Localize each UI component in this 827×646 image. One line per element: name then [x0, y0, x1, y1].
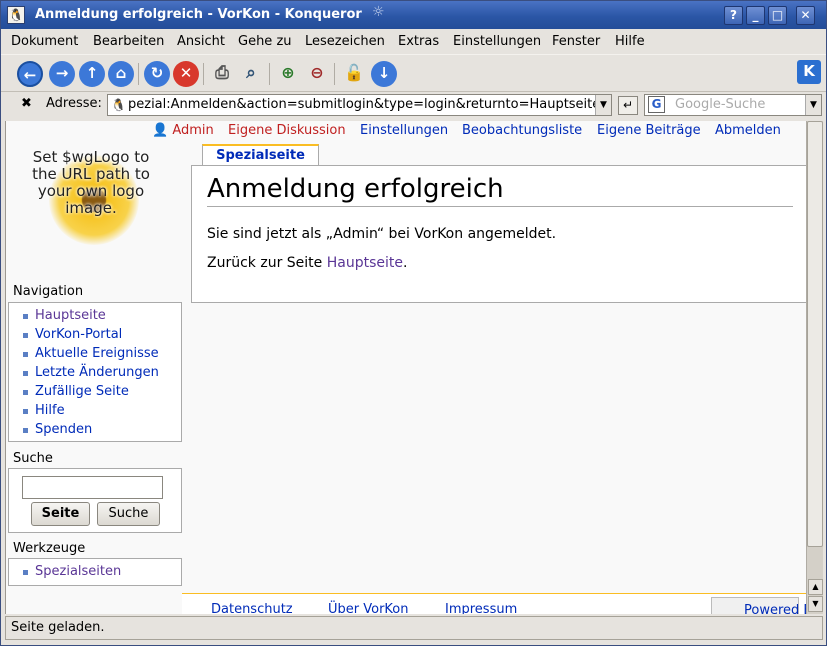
minimize-button[interactable]: _: [746, 6, 765, 25]
navigation-heading: Navigation: [13, 284, 84, 299]
nav-zufaellige-seite[interactable]: Zufällige Seite: [23, 384, 129, 399]
toolbar-separator: [334, 63, 335, 85]
nav-hilfe[interactable]: Hilfe: [23, 403, 65, 418]
search-input[interactable]: G Google-Suche ▼: [644, 94, 822, 116]
help-window-button[interactable]: ?: [724, 6, 743, 25]
user-icon: 👤: [152, 123, 169, 138]
login-message: Sie sind jetzt als „Admin“ bei VorKon an…: [207, 226, 557, 242]
footer-link-datenschutz[interactable]: Datenschutz: [211, 602, 293, 614]
menu-dokument[interactable]: Dokument: [11, 34, 78, 49]
search-placeholder: Google-Suche: [675, 97, 766, 112]
stop-icon[interactable]: ✕: [173, 61, 199, 87]
address-label: Adresse:: [46, 96, 102, 111]
menu-ansicht[interactable]: Ansicht: [177, 34, 225, 49]
search-button[interactable]: Suche: [97, 502, 160, 526]
content-area: Anmeldung erfolgreich Sie sind jetzt als…: [191, 165, 806, 303]
return-paragraph: Zurück zur Seite Hauptseite.: [207, 255, 407, 271]
toolbar-separator: [269, 63, 270, 85]
page-heading: Anmeldung erfolgreich: [207, 174, 504, 204]
logo[interactable]: Set $wgLogo to the URL path to your own …: [21, 149, 161, 285]
toolbar: ← → ↑ ⌂ ↻ ✕ ⎙ ⌕ ⊕ ⊖ 🔓 ↓ K: [1, 54, 826, 92]
swirl-icon: ☼: [372, 4, 385, 20]
nav-aktuelle-ereignisse[interactable]: Aktuelle Ereignisse: [23, 346, 159, 361]
search-dropdown-icon[interactable]: ▼: [805, 95, 821, 115]
return-prefix: Zurück zur Seite: [207, 255, 327, 271]
search-heading: Suche: [13, 451, 53, 466]
footer-link-ueber[interactable]: Über VorKon: [328, 602, 409, 614]
menu-lesezeichen[interactable]: Lesezeichen: [305, 34, 385, 49]
status-bar: Seite geladen.: [5, 616, 823, 640]
personal-link-discussion[interactable]: Eigene Diskussion: [228, 123, 346, 138]
navigation-portlet: Hauptseite VorKon-Portal Aktuelle Ereign…: [8, 302, 182, 442]
toolbar-separator: [138, 63, 139, 85]
site-favicon: 🐧: [111, 98, 126, 112]
konqueror-window: 🐧 Anmeldung erfolgreich - VorKon - Konqu…: [0, 0, 827, 646]
maximize-button[interactable]: □: [768, 6, 787, 25]
menu-bearbeiten[interactable]: Bearbeiten: [93, 34, 164, 49]
heading-divider: [207, 206, 793, 207]
back-icon[interactable]: ←: [17, 61, 43, 87]
personal-link-settings[interactable]: Einstellungen: [360, 123, 448, 138]
status-text: Seite geladen.: [11, 620, 105, 635]
search-portlet: Seite Suche: [8, 468, 182, 533]
address-url: pezial:Anmelden&action=submitlogin&type=…: [128, 97, 601, 112]
window-title: Anmeldung erfolgreich - VorKon - Konquer…: [35, 7, 362, 22]
home-icon[interactable]: ⌂: [108, 61, 134, 87]
clear-location-icon[interactable]: ✖: [21, 96, 32, 111]
personal-link-logout[interactable]: Abmelden: [715, 123, 781, 138]
up-icon[interactable]: ↑: [79, 61, 105, 87]
personal-link-contributions[interactable]: Eigene Beiträge: [597, 123, 701, 138]
address-dropdown-icon[interactable]: ▼: [595, 95, 611, 115]
menu-extras[interactable]: Extras: [398, 34, 439, 49]
go-button[interactable]: ↵: [618, 96, 638, 115]
forward-icon[interactable]: →: [49, 61, 75, 87]
wiki-search-input[interactable]: [22, 476, 163, 499]
nav-letzte-aenderungen[interactable]: Letzte Änderungen: [23, 365, 159, 380]
personal-link-watchlist[interactable]: Beobachtungsliste: [462, 123, 582, 138]
powered-by-text: Powered By: [744, 603, 806, 614]
go-page-button[interactable]: Seite: [31, 502, 90, 526]
scroll-down-icon[interactable]: ▼: [808, 596, 823, 612]
powered-by-badge[interactable]: Powered By: [711, 597, 806, 614]
close-button[interactable]: ✕: [796, 6, 815, 25]
menu-hilfe[interactable]: Hilfe: [615, 34, 645, 49]
kde-throbber-icon[interactable]: K: [797, 60, 821, 84]
tab-spezialseite[interactable]: Spezialseite: [202, 144, 319, 166]
download-icon[interactable]: ↓: [371, 61, 397, 87]
web-viewport: 👤 Admin Eigene Diskussion Einstellungen …: [5, 121, 806, 614]
zoom-in-icon[interactable]: ⊕: [275, 61, 301, 87]
nav-portal[interactable]: VorKon-Portal: [22, 327, 122, 342]
konqueror-app-icon[interactable]: 🐧: [7, 6, 25, 24]
toolbox-heading: Werkzeuge: [13, 541, 86, 556]
toolbar-separator: [203, 63, 204, 85]
return-link-hauptseite[interactable]: Hauptseite: [327, 255, 403, 271]
vertical-scrollbar[interactable]: ▲ ▼: [806, 121, 823, 614]
nav-hauptseite[interactable]: Hauptseite: [23, 308, 106, 323]
nav-spenden[interactable]: Spenden: [22, 422, 92, 437]
address-input[interactable]: 🐧 pezial:Anmelden&action=submitlogin&typ…: [107, 94, 612, 116]
location-bar: ✖ Adresse: 🐧 pezial:Anmelden&action=subm…: [1, 92, 826, 119]
print-icon[interactable]: ⎙: [209, 61, 235, 87]
title-bar[interactable]: 🐧 Anmeldung erfolgreich - VorKon - Konqu…: [1, 1, 826, 29]
security-lock-icon[interactable]: 🔓: [341, 61, 367, 87]
menu-einstellungen[interactable]: Einstellungen: [453, 34, 541, 49]
menu-gehe-zu[interactable]: Gehe zu: [238, 34, 292, 49]
menu-fenster[interactable]: Fenster: [552, 34, 600, 49]
toolbox-portlet: Spezialseiten: [8, 558, 182, 586]
footer: Datenschutz Über VorKon Impressum Powere…: [182, 593, 806, 614]
toolbox-spezialseiten[interactable]: Spezialseiten: [22, 564, 121, 579]
logo-placeholder-text: Set $wgLogo to the URL path to your own …: [32, 148, 150, 217]
find-icon[interactable]: ⌕: [238, 61, 264, 87]
scroll-up-icon[interactable]: ▲: [808, 579, 823, 595]
menu-bar: Dokument Bearbeiten Ansicht Gehe zu Lese…: [1, 30, 826, 54]
scrollbar-thumb[interactable]: [807, 121, 823, 547]
zoom-out-icon[interactable]: ⊖: [304, 61, 330, 87]
google-icon: G: [648, 96, 665, 113]
footer-link-impressum[interactable]: Impressum: [445, 602, 517, 614]
reload-icon[interactable]: ↻: [144, 61, 170, 87]
personal-link-admin[interactable]: 👤 Admin: [152, 123, 214, 138]
return-suffix: .: [402, 255, 408, 271]
